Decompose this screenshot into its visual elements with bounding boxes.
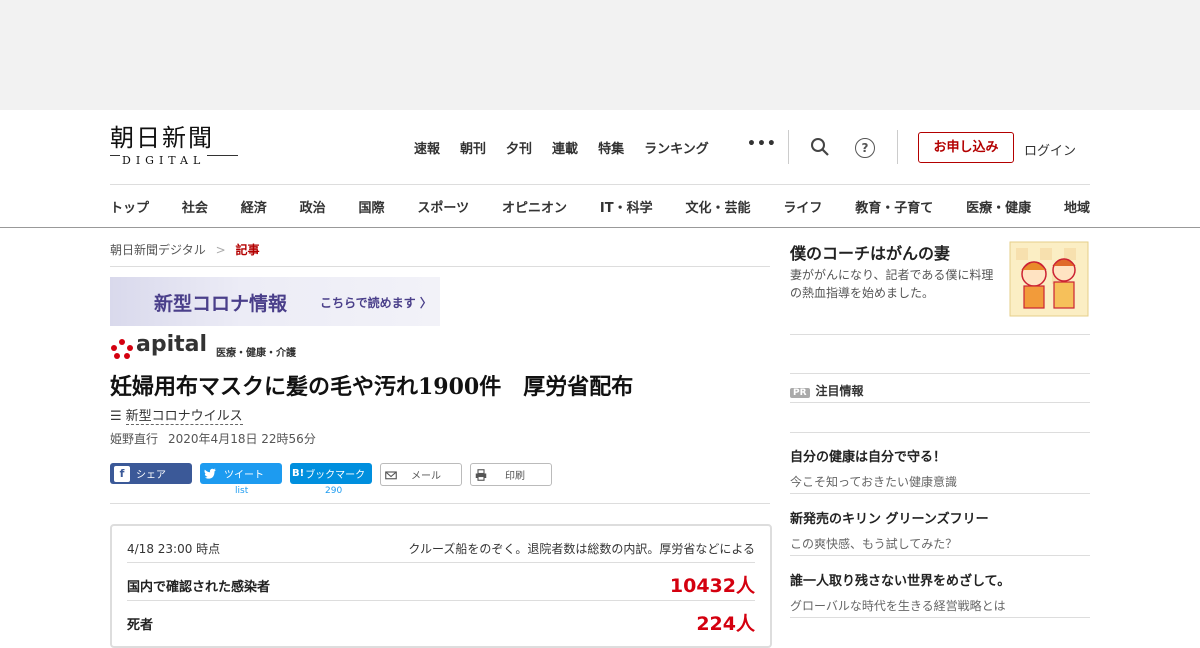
author-name: 姫野直行 (110, 432, 159, 446)
feature-illustration[interactable] (1008, 240, 1090, 318)
stats-row-deaths: 死者 224人 (127, 608, 755, 638)
ad-banner-area (0, 0, 1200, 110)
cat-region[interactable]: 地域 (1064, 197, 1090, 216)
banner-title: 新型コロナ情報 (154, 293, 288, 315)
corona-info-banner[interactable]: 新型コロナ情報 こちらで読めます 〉 (110, 277, 440, 326)
cat-it-science[interactable]: IT・科学 (600, 197, 653, 216)
category-nav: トップ 社会 経済 政治 国際 スポーツ オピニオン IT・科学 文化・芸能 ラ… (110, 197, 1090, 216)
apital-wordmark: apital (136, 332, 208, 357)
cat-health[interactable]: 医療・健康 (966, 197, 1031, 216)
cat-life[interactable]: ライフ (783, 197, 822, 216)
stats-value: 10432人 (669, 575, 755, 597)
nav-tokushu[interactable]: 特集 (598, 138, 624, 157)
logo-latin: DIGITAL (120, 154, 208, 167)
publish-date: 2020年4月18日 22時56分 (168, 432, 316, 446)
stats-label: 国内で確認された感染者 (127, 580, 271, 595)
help-icon[interactable]: ? (855, 138, 875, 158)
nav-ranking[interactable]: ランキング (644, 138, 709, 157)
twitter-share-button[interactable]: ツイート (200, 463, 282, 484)
list-icon: ☰ (110, 409, 122, 424)
nav-rensai[interactable]: 連載 (552, 138, 578, 157)
cat-society[interactable]: 社会 (182, 197, 208, 216)
breadcrumb-home[interactable]: 朝日新聞デジタル (110, 243, 206, 257)
sidebar-feature-title[interactable]: 僕のコーチはがんの妻 (790, 240, 950, 264)
cat-international[interactable]: 国際 (359, 197, 385, 216)
top-nav: 速報 朝刊 夕刊 連載 特集 ランキング ••• (414, 136, 776, 157)
pr-item[interactable]: 自分の健康は自分で守る！ 今こそ知っておきたい健康意識 (790, 446, 1090, 490)
pr-heading: PR 注目情報 (790, 382, 864, 399)
nav-sokuho[interactable]: 速報 (414, 138, 440, 157)
cat-culture[interactable]: 文化・芸能 (685, 197, 750, 216)
stats-timestamp: 4/18 23:00 時点 (127, 542, 221, 556)
facebook-icon: f (114, 465, 130, 482)
facebook-share-button[interactable]: f シェア (110, 463, 192, 484)
site-logo[interactable]: 朝日新聞 DIGITAL (110, 124, 242, 168)
covid-stats-box: 4/18 23:00 時点 クルーズ船をのぞく。退院者数は総数の内訳。厚労省など… (110, 524, 772, 648)
nav-choukan[interactable]: 朝刊 (460, 138, 486, 157)
pr-item[interactable]: 新発売のキリン グリーンズフリー この爽快感、もう試してみた？ (790, 508, 1090, 552)
cat-top[interactable]: トップ (110, 197, 149, 216)
cat-politics[interactable]: 政治 (300, 197, 326, 216)
hatena-count[interactable]: 290 (325, 486, 342, 496)
stats-row-infected: 国内で確認された感染者 10432人 (127, 570, 755, 601)
mail-share-button[interactable]: メール (380, 463, 462, 486)
apital-subtitle: 医療・健康・介護 (216, 348, 296, 359)
stats-note: クルーズ船をのぞく。退院者数は総数の内訳。厚労省などによる (408, 542, 755, 556)
stats-header-row: 4/18 23:00 時点 クルーズ船をのぞく。退院者数は総数の内訳。厚労省など… (127, 540, 755, 563)
topic-label: 新型コロナウイルス (125, 409, 243, 425)
subscribe-button[interactable]: お申し込み (918, 132, 1014, 163)
twitter-count[interactable]: list (235, 486, 248, 496)
stats-value: 224人 (696, 613, 755, 635)
breadcrumb: 朝日新聞デジタル > 記事 (110, 241, 260, 258)
stats-label: 死者 (127, 618, 154, 633)
mail-icon (385, 470, 397, 479)
cat-sports[interactable]: スポーツ (417, 197, 469, 216)
topic-tag[interactable]: ☰ 新型コロナウイルス (110, 405, 243, 425)
cat-education[interactable]: 教育・子育て (855, 197, 933, 216)
hatena-icon: B! (292, 467, 305, 479)
pr-item[interactable]: 誰一人取り残さない世界をめざして。 グローバルな時代を生きる経営戦略とは (790, 570, 1090, 614)
printer-icon (475, 468, 487, 481)
breadcrumb-current: 記事 (235, 243, 260, 257)
cat-economy[interactable]: 経済 (241, 197, 267, 216)
hatena-bookmark-button[interactable]: B! ブックマーク (290, 463, 372, 484)
byline: 姫野直行 2020年4月18日 22時56分 (110, 430, 316, 447)
pr-badge: PR (790, 388, 810, 398)
print-button[interactable]: 印刷 (470, 463, 552, 486)
cat-opinion[interactable]: オピニオン (502, 197, 567, 216)
login-link[interactable]: ログイン (1024, 140, 1076, 159)
apital-flower-icon (111, 339, 133, 359)
search-icon[interactable] (810, 137, 830, 157)
sidebar-feature-desc[interactable]: 妻ががんになり、記者である僕に料理の熱血指導を始めました。 (790, 266, 1005, 302)
nav-yukan[interactable]: 夕刊 (506, 138, 532, 157)
twitter-bird-icon (204, 467, 217, 479)
banner-read-link: こちらで読めます 〉 (320, 296, 432, 310)
more-menu-icon[interactable]: ••• (747, 136, 777, 152)
article-headline: 妊婦用布マスクに髪の毛や汚れ1900件 厚労省配布 (110, 374, 634, 400)
breadcrumb-separator: > (215, 243, 226, 257)
logo-kanji: 朝日新聞 (110, 124, 214, 152)
